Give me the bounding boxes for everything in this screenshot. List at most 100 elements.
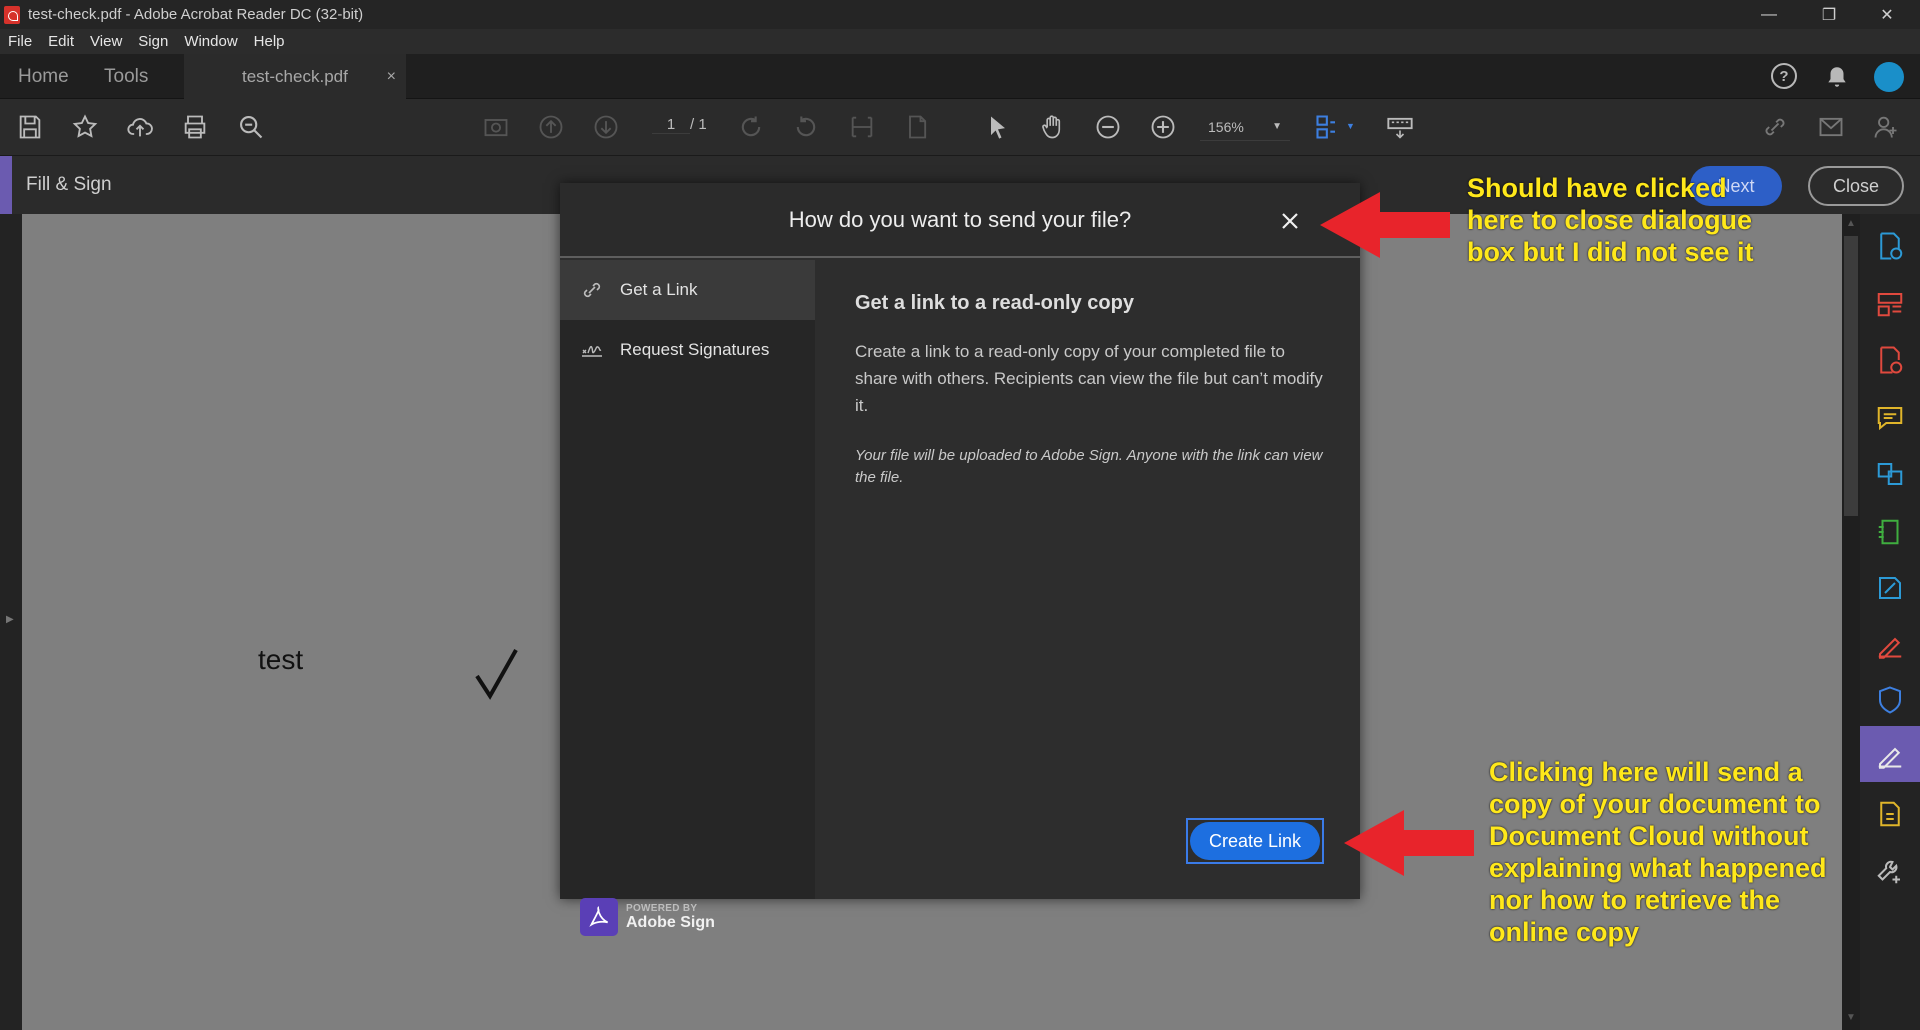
tab-tools[interactable]: Tools bbox=[104, 54, 148, 99]
view-dropdown-icon[interactable]: ▼ bbox=[1346, 121, 1355, 131]
help-icon[interactable]: ? bbox=[1771, 63, 1797, 89]
protect-shield-icon[interactable] bbox=[1872, 682, 1908, 718]
menu-sign[interactable]: Sign bbox=[138, 33, 168, 50]
page-view-icon[interactable] bbox=[1312, 111, 1344, 143]
pdf-app-icon bbox=[4, 5, 20, 24]
content-heading: Get a link to a read-only copy bbox=[855, 292, 1134, 314]
edit-pdf-icon[interactable] bbox=[1872, 570, 1908, 606]
annotation-line: Document Cloud without bbox=[1489, 821, 1809, 851]
annotation-line: nor how to retrieve the bbox=[1489, 885, 1781, 915]
signature-icon bbox=[582, 345, 602, 357]
content-note: Your file will be uploaded to Adobe Sign… bbox=[855, 447, 1323, 486]
zoom-out-icon[interactable] bbox=[1092, 111, 1124, 143]
adobe-sign-logo-icon bbox=[580, 898, 618, 936]
tab-close-icon[interactable]: × bbox=[387, 68, 396, 86]
fill-sign-accent bbox=[0, 156, 12, 214]
sidebar-item-get-link[interactable]: Get a Link bbox=[560, 260, 815, 320]
export-pdf-icon[interactable] bbox=[1872, 342, 1908, 378]
create-link-button[interactable]: Create Link bbox=[1190, 822, 1320, 860]
bell-icon[interactable] bbox=[1824, 64, 1850, 90]
share-link-icon[interactable] bbox=[1759, 111, 1791, 143]
fill-sign-icon[interactable] bbox=[1872, 736, 1908, 772]
page-number-input[interactable]: 1 bbox=[652, 116, 690, 134]
annotation-line: Clicking here will send a bbox=[1489, 757, 1803, 787]
snapshot-icon[interactable] bbox=[480, 111, 512, 143]
menu-file[interactable]: File bbox=[8, 33, 32, 50]
next-page-icon[interactable] bbox=[590, 111, 622, 143]
save-icon[interactable] bbox=[14, 111, 46, 143]
document-text: test bbox=[258, 644, 304, 675]
toolbar: 1 / 1 156% ▼ ▼ bbox=[0, 99, 1920, 156]
checkmark-icon bbox=[475, 649, 518, 700]
right-tools-panel bbox=[1860, 214, 1920, 1030]
add-user-icon[interactable] bbox=[1870, 111, 1902, 143]
page-total: / 1 bbox=[690, 116, 707, 133]
tab-document[interactable]: test-check.pdf × bbox=[184, 54, 406, 99]
star-icon[interactable] bbox=[69, 111, 101, 143]
print-icon[interactable] bbox=[179, 111, 211, 143]
close-window-button[interactable]: ✕ bbox=[1858, 0, 1916, 29]
organize-pages-icon[interactable] bbox=[1872, 286, 1908, 322]
page-fit-icon[interactable] bbox=[846, 111, 878, 143]
close-button[interactable]: Close bbox=[1808, 166, 1904, 206]
send-file-dialog: How do you want to send your file? Get a… bbox=[560, 183, 1360, 936]
scroll-up-icon[interactable]: ▲ bbox=[1846, 218, 1856, 229]
rotate-ccw-icon[interactable] bbox=[790, 111, 822, 143]
comment-icon[interactable] bbox=[1872, 400, 1908, 436]
scrollbar-thumb[interactable] bbox=[1844, 236, 1858, 516]
zoom-value: 156% bbox=[1208, 118, 1244, 135]
prev-page-icon[interactable] bbox=[535, 111, 567, 143]
cloud-upload-icon[interactable] bbox=[124, 111, 156, 143]
annotation-line: box but I did not see it bbox=[1467, 237, 1754, 267]
minimize-button[interactable]: — bbox=[1740, 0, 1798, 29]
menu-help[interactable]: Help bbox=[254, 33, 285, 50]
powered-by-label: POWERED BY bbox=[626, 902, 698, 914]
menu-view[interactable]: View bbox=[90, 33, 122, 50]
page-icon[interactable] bbox=[901, 111, 933, 143]
annotation-line: here to close dialogue bbox=[1467, 205, 1753, 235]
chevron-down-icon: ▼ bbox=[1272, 121, 1282, 132]
sign-pen-icon[interactable] bbox=[1872, 626, 1908, 662]
menu-window[interactable]: Window bbox=[184, 33, 237, 50]
red-arrow-bottom bbox=[1344, 810, 1474, 876]
annotation-top: Should have clicked here to close dialog… bbox=[1467, 172, 1754, 268]
red-arrow-top bbox=[1320, 192, 1450, 258]
send-for-review-icon[interactable] bbox=[1872, 796, 1908, 832]
left-nav-collapsed[interactable]: ▶ bbox=[0, 214, 22, 1030]
select-cursor-icon[interactable] bbox=[982, 111, 1014, 143]
keyboard-icon[interactable] bbox=[1384, 111, 1416, 143]
zoom-select[interactable]: 156% ▼ bbox=[1200, 113, 1290, 141]
sidebar-item-label: Get a Link bbox=[620, 280, 698, 299]
menu-edit[interactable]: Edit bbox=[48, 33, 74, 50]
scan-ocr-icon[interactable] bbox=[1872, 514, 1908, 550]
create-link-button-focus[interactable]: Create Link bbox=[1186, 818, 1324, 864]
tab-document-label: test-check.pdf bbox=[242, 66, 348, 86]
vertical-scrollbar[interactable]: ▲ ▼ bbox=[1842, 214, 1860, 1030]
scroll-down-icon[interactable]: ▼ bbox=[1846, 1012, 1856, 1023]
annotation-line: online copy bbox=[1489, 917, 1640, 947]
hand-icon[interactable] bbox=[1037, 111, 1069, 143]
combine-files-icon[interactable] bbox=[1872, 456, 1908, 492]
more-tools-icon[interactable] bbox=[1872, 854, 1908, 890]
dialog-close-icon[interactable] bbox=[1278, 209, 1302, 233]
zoom-in-icon[interactable] bbox=[1147, 111, 1179, 143]
tab-home[interactable]: Home bbox=[18, 54, 69, 99]
annotation-bottom: Clicking here will send a copy of your d… bbox=[1489, 756, 1827, 948]
dialog-title: How do you want to send your file? bbox=[788, 207, 1132, 232]
dialog-content: Get a link to a read-only copy Create a … bbox=[815, 260, 1360, 899]
avatar[interactable] bbox=[1874, 62, 1904, 92]
dialog-header: How do you want to send your file? bbox=[560, 183, 1360, 258]
sidebar-item-request-signatures[interactable]: Request Signatures bbox=[560, 320, 815, 380]
restore-button[interactable]: ❐ bbox=[1800, 0, 1858, 29]
link-icon bbox=[583, 282, 601, 298]
sidebar-item-label: Request Signatures bbox=[620, 340, 770, 359]
tab-bar: Home Tools test-check.pdf × ? bbox=[0, 54, 1920, 99]
email-icon[interactable] bbox=[1815, 111, 1847, 143]
expand-panel-icon[interactable]: ▶ bbox=[6, 614, 14, 625]
annotation-line: Should have clicked bbox=[1467, 173, 1727, 203]
create-pdf-icon[interactable] bbox=[1872, 228, 1908, 264]
adobe-sign-brand: Adobe Sign bbox=[626, 913, 715, 931]
annotation-line: copy of your document to bbox=[1489, 789, 1821, 819]
rotate-cw-icon[interactable] bbox=[735, 111, 767, 143]
zoom-search-icon[interactable] bbox=[235, 111, 267, 143]
